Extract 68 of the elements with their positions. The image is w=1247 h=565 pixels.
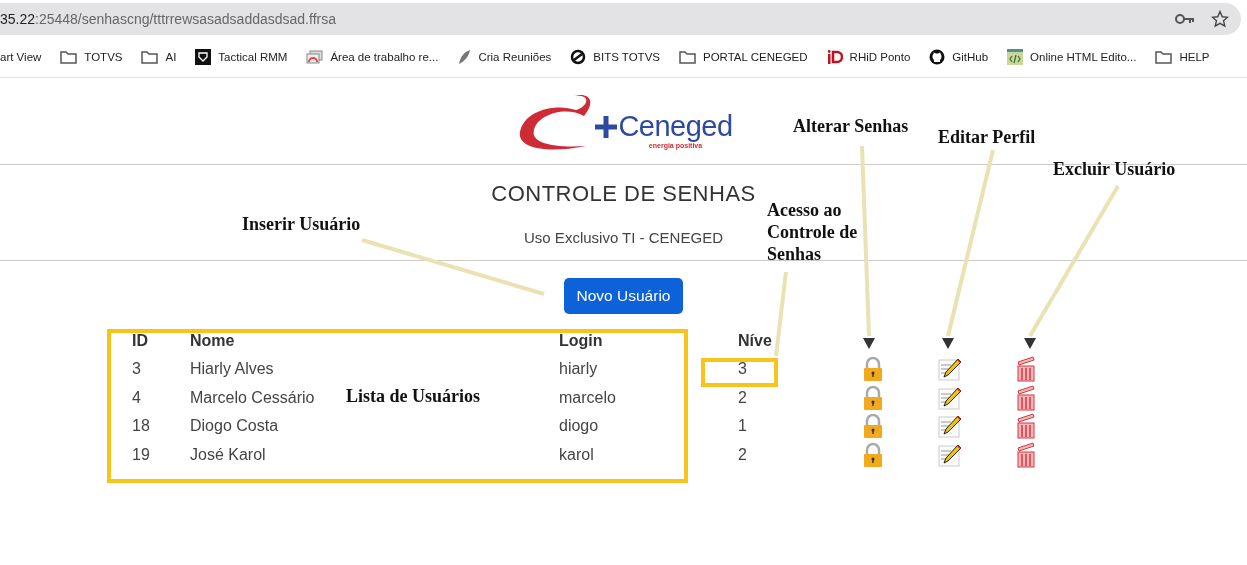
- callout-label: Editar Perfil: [938, 126, 1036, 148]
- code-icon[interactable]: [1007, 49, 1024, 65]
- new-user-button[interactable]: Novo Usuário: [563, 278, 684, 314]
- pencil-note-icon[interactable]: [938, 385, 962, 410]
- id-icon[interactable]: [826, 50, 843, 64]
- table-cell-text: 4: [132, 387, 141, 408]
- table-cell-text: 2: [738, 387, 747, 408]
- table-cell-text: karol: [559, 444, 594, 465]
- folder-icon[interactable]: [60, 50, 78, 64]
- table-cell-text: diogo: [559, 416, 599, 437]
- folder-icon[interactable]: [1155, 50, 1173, 64]
- bookmark-link[interactable]: PORTAL CENEGED: [703, 51, 808, 63]
- bookmark-link[interactable]: AI: [165, 51, 177, 63]
- logo-name: Ceneged: [618, 110, 733, 142]
- shield-icon[interactable]: [195, 49, 212, 65]
- folder-icon[interactable]: [141, 50, 159, 64]
- table-cell-text: 2: [738, 444, 747, 465]
- url-text: 35.22:25448/senhascng/tttrrewsasadsaddasdsad.ffrsa: [0, 11, 336, 27]
- table-cell-text: José Karol: [190, 444, 266, 465]
- bookmark-link[interactable]: RHiD Ponto: [849, 51, 911, 63]
- bookmark-link[interactable]: Área de trabalho re...: [330, 51, 439, 63]
- table-cell-text: 18: [132, 416, 150, 437]
- pencil-note-icon[interactable]: [938, 414, 962, 439]
- table-cell-text: 3: [132, 359, 141, 380]
- table-cell-text: Marcelo Cessário: [190, 387, 315, 408]
- table-cell-text: Hiarly Alves: [190, 359, 274, 380]
- table-cell-text: 3: [738, 359, 747, 380]
- page-subtitle: Uso Exclusivo TI - CENEGED: [524, 229, 723, 246]
- desktop-icon[interactable]: [306, 49, 324, 65]
- trash-icon[interactable]: [1016, 413, 1036, 440]
- bookmark-link[interactable]: HELP: [1179, 51, 1210, 63]
- key-icon[interactable]: [1175, 13, 1195, 25]
- trash-icon[interactable]: [1016, 441, 1036, 468]
- bookmark-link[interactable]: BITS TOTVS: [593, 51, 660, 63]
- bookmark-link[interactable]: TOTVS: [84, 51, 123, 63]
- table-cell-text: 1: [738, 416, 747, 437]
- column-header: Login: [559, 331, 603, 351]
- bookmark-link[interactable]: Online HTML Edito...: [1030, 51, 1137, 63]
- column-header: Nome: [190, 331, 235, 351]
- pencil-note-icon[interactable]: [938, 442, 962, 467]
- address-bar[interactable]: 35.22:25448/senhascng/tttrrewsasadsaddasdsad.ffrsa: [0, 3, 1241, 35]
- column-header: Níve: [738, 331, 772, 351]
- callout-label: Acesso ao Controle de Senhas: [767, 199, 859, 265]
- padlock-icon[interactable]: [863, 385, 883, 410]
- callout-label: Lista de Usuários: [346, 385, 480, 407]
- table-cell-text: 19: [132, 444, 150, 465]
- folder-icon[interactable]: [679, 50, 696, 64]
- bookmark-link[interactable]: Cria Reuniões: [478, 51, 552, 63]
- callout-label: Excluir Usuário: [1053, 158, 1176, 180]
- padlock-icon[interactable]: [863, 414, 883, 439]
- star-icon[interactable]: [1211, 10, 1229, 28]
- bookmark-link[interactable]: art View: [0, 51, 42, 63]
- callout-label: Alterar Senhas: [793, 115, 909, 137]
- table-cell-text: marcelo: [559, 387, 616, 408]
- page-title: CONTROLE DE SENHAS: [491, 181, 756, 207]
- table-cell-text: Diogo Costa: [190, 416, 279, 437]
- bookmark-link[interactable]: Tactical RMM: [218, 51, 288, 63]
- bookmark-link[interactable]: GitHub: [952, 51, 989, 63]
- padlock-icon[interactable]: [863, 442, 883, 467]
- trash-icon[interactable]: [1016, 356, 1036, 383]
- pencil-note-icon[interactable]: [938, 357, 962, 382]
- column-header: ID: [132, 331, 148, 351]
- github-icon[interactable]: [929, 49, 946, 65]
- trash-icon[interactable]: [1016, 384, 1036, 411]
- callout-label: Inserir Usuário: [242, 213, 361, 235]
- table-cell-text: hiarly: [559, 359, 598, 380]
- padlock-icon[interactable]: [863, 357, 883, 382]
- feather-icon[interactable]: [457, 49, 472, 65]
